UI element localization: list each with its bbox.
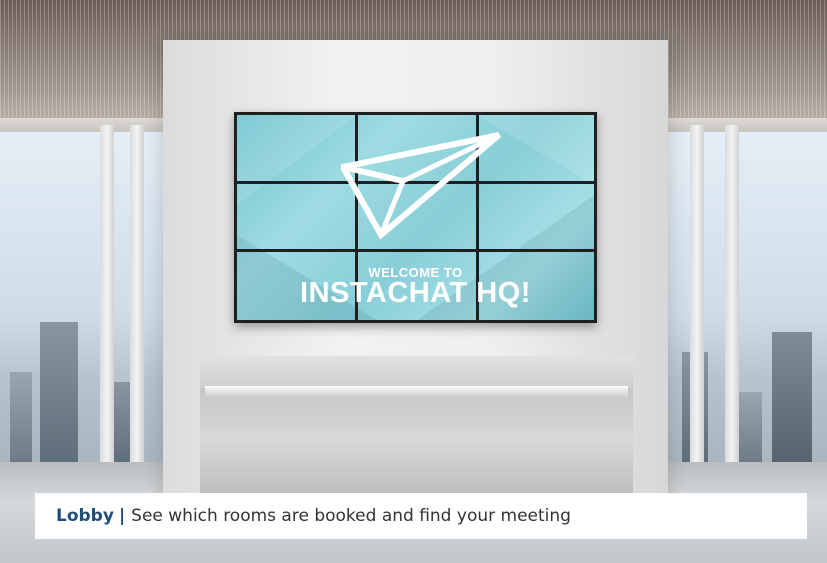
window-pillar bbox=[100, 125, 114, 470]
window-pillar bbox=[725, 125, 739, 470]
lobby-scene: WELCOME TO INSTACHAT HQ! Lobby | See whi… bbox=[0, 0, 827, 563]
caption-bar: Lobby | See which rooms are booked and f… bbox=[35, 493, 807, 539]
desk-light-strip bbox=[205, 386, 628, 398]
caption-text: See which rooms are booked and find your… bbox=[131, 506, 571, 526]
reception-desk-top bbox=[200, 356, 633, 388]
caption-title: Lobby bbox=[56, 506, 114, 526]
window-pillar bbox=[130, 125, 144, 470]
right-window bbox=[662, 132, 827, 464]
caption-separator: | bbox=[118, 506, 126, 526]
window-pillar bbox=[690, 125, 704, 470]
screen-welcome-line2: INSTACHAT HQ! bbox=[300, 277, 531, 309]
video-wall-screen: WELCOME TO INSTACHAT HQ! bbox=[234, 112, 597, 323]
paper-plane-icon bbox=[341, 132, 501, 240]
